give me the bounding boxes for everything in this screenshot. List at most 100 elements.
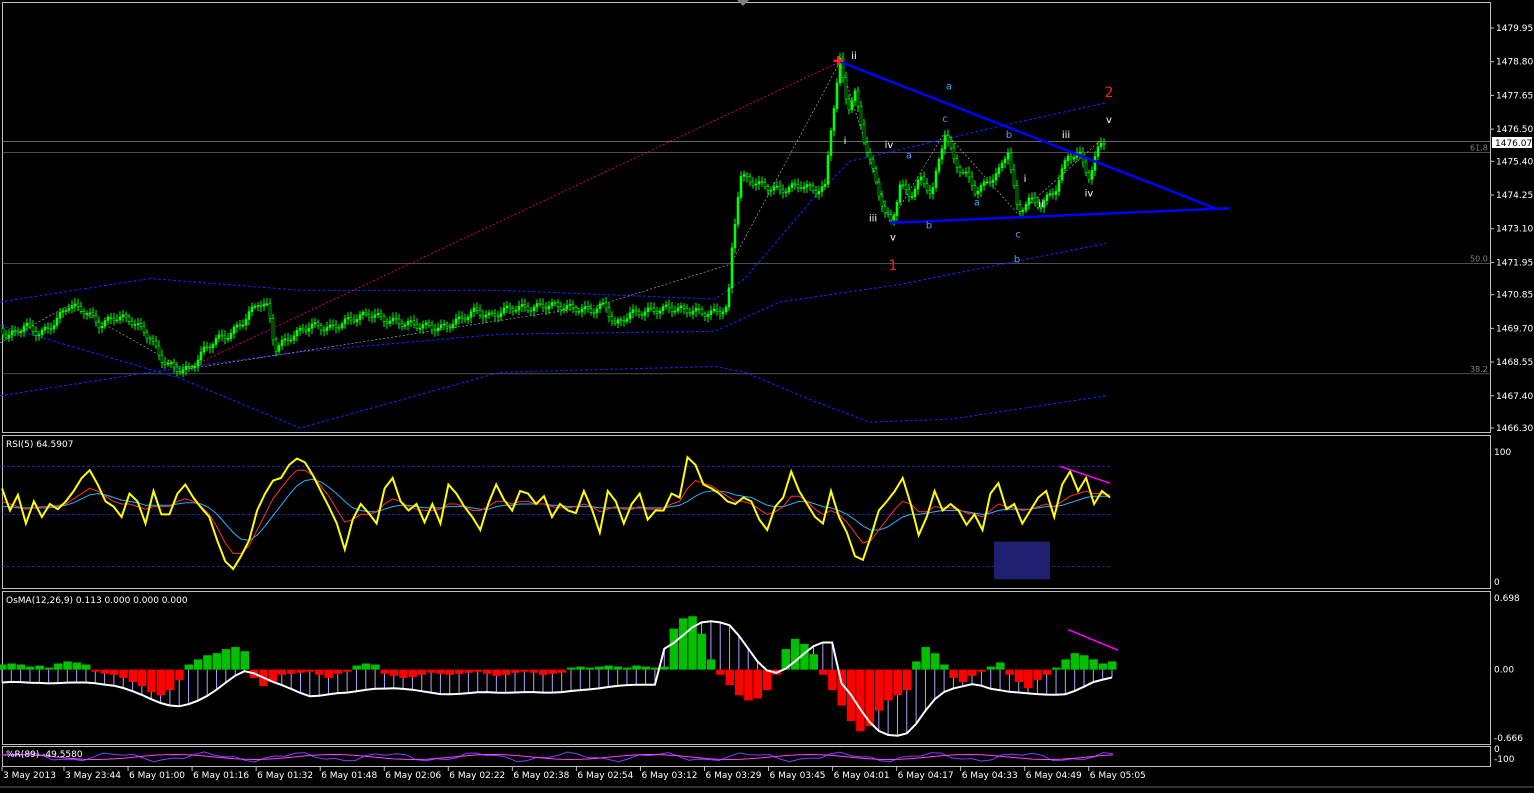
candle-body <box>319 325 323 331</box>
candle-body <box>55 317 59 326</box>
candle-body <box>85 313 89 315</box>
osma-histogram-bar <box>874 669 884 711</box>
candle-body <box>886 212 890 215</box>
candle-body <box>712 308 716 312</box>
candle-body <box>304 329 308 332</box>
candle-body <box>949 141 953 149</box>
candle-body <box>400 322 404 327</box>
osma-histogram-bar <box>818 669 828 675</box>
price-tick-label: 1473.10 <box>1496 225 1533 235</box>
candle-body <box>1000 162 1004 169</box>
candle-body <box>757 181 761 185</box>
candle-body <box>820 186 824 192</box>
osma-histogram-bar <box>902 669 912 691</box>
osma-histogram-bar <box>921 647 930 670</box>
candle-body <box>118 316 122 321</box>
time-tick-label: 3 May 2013 <box>3 771 56 781</box>
osma-histogram-bar <box>856 669 865 732</box>
osma-histogram-bar <box>473 669 483 672</box>
candle-body <box>34 331 38 336</box>
osma-histogram-bar <box>287 669 296 674</box>
wave-label: ii <box>1038 199 1044 210</box>
candle-body <box>1084 161 1088 173</box>
candle-body <box>1006 152 1010 160</box>
osma-histogram-bar <box>613 666 623 670</box>
candle-body <box>202 346 206 353</box>
candle-body <box>724 306 728 313</box>
candle-body <box>415 323 419 329</box>
candle-body <box>178 371 182 374</box>
candle-body <box>523 304 527 308</box>
candle-body <box>913 188 917 197</box>
osma-histogram-bar <box>277 669 287 675</box>
candle-body <box>904 184 908 190</box>
candle-body <box>601 302 605 305</box>
candle-body <box>49 327 53 330</box>
candle-body <box>1093 156 1097 171</box>
candle-body <box>553 302 557 304</box>
candle-body <box>1078 151 1082 154</box>
rsi-axis-label: 100 <box>1494 448 1511 458</box>
candle-body <box>847 98 851 111</box>
rsi-highlight-box <box>994 541 1050 580</box>
candle-body <box>187 365 191 368</box>
candle-body <box>337 327 341 329</box>
osma-histogram-bar <box>408 669 417 677</box>
candle-body <box>742 174 746 177</box>
candle-body <box>976 190 980 195</box>
candle-body <box>82 310 86 315</box>
candle-body <box>307 327 311 332</box>
candle-body <box>778 185 782 191</box>
price-tick-label: 1478.80 <box>1496 58 1533 68</box>
candle-body <box>733 223 737 249</box>
candle-body <box>910 196 914 198</box>
osma-histogram-bar <box>296 669 305 673</box>
candle-body <box>907 188 911 197</box>
candle-body <box>1015 185 1019 205</box>
osma-histogram-bar <box>678 618 688 670</box>
osma-histogram-bar <box>1098 663 1108 670</box>
candle-body <box>184 365 188 370</box>
candle-body <box>541 303 545 309</box>
wave-label: b <box>1014 254 1020 265</box>
candle-body <box>130 321 134 326</box>
candle-body <box>394 317 398 320</box>
osma-histogram-bar <box>492 669 501 676</box>
candle-body <box>19 331 23 334</box>
candle-body <box>784 191 788 194</box>
osma-histogram-bar <box>641 666 651 670</box>
candle-body <box>331 324 335 327</box>
metatrader-chart-window[interactable]: 61.8 50.0 38.2 ✚ ii i iv iii v 1 a 2 v c b iii a i iv a ii b c… <box>0 0 1534 789</box>
candle-body <box>301 327 305 331</box>
osma-histogram-bar <box>604 665 613 670</box>
candle-body <box>1045 194 1049 201</box>
candle-body <box>241 324 245 327</box>
chart-canvas[interactable]: 61.850.038.2✚ iii iviiiv1a 2vcb iiiaiiva iibc… <box>0 0 1534 789</box>
candle-body <box>409 320 413 323</box>
candle-body <box>292 335 296 341</box>
osma-histogram-bar <box>240 651 250 670</box>
candle-body <box>481 314 485 318</box>
candle-body <box>376 313 380 316</box>
candle-body <box>460 316 464 319</box>
osma-histogram-bar <box>483 669 492 674</box>
osma-histogram-bar <box>744 669 753 701</box>
candle-body <box>745 174 749 178</box>
candle-body <box>148 337 152 340</box>
candle-body <box>514 309 518 312</box>
candle-body <box>490 312 494 315</box>
candle-body <box>298 327 302 331</box>
candle-body <box>718 311 722 315</box>
candle-body <box>76 303 80 307</box>
candle-body <box>385 321 389 324</box>
candle-body <box>70 305 74 309</box>
candle-body <box>463 318 467 321</box>
time-tick-label: 6 May 02:54 <box>577 771 633 781</box>
candle-body <box>931 187 935 194</box>
osma-histogram-bar <box>986 666 996 670</box>
candle-body <box>346 317 350 320</box>
time-tick-label: 6 May 02:22 <box>449 771 505 781</box>
candle-body <box>496 315 500 318</box>
candle-body <box>772 186 776 191</box>
candle-body <box>340 323 344 329</box>
